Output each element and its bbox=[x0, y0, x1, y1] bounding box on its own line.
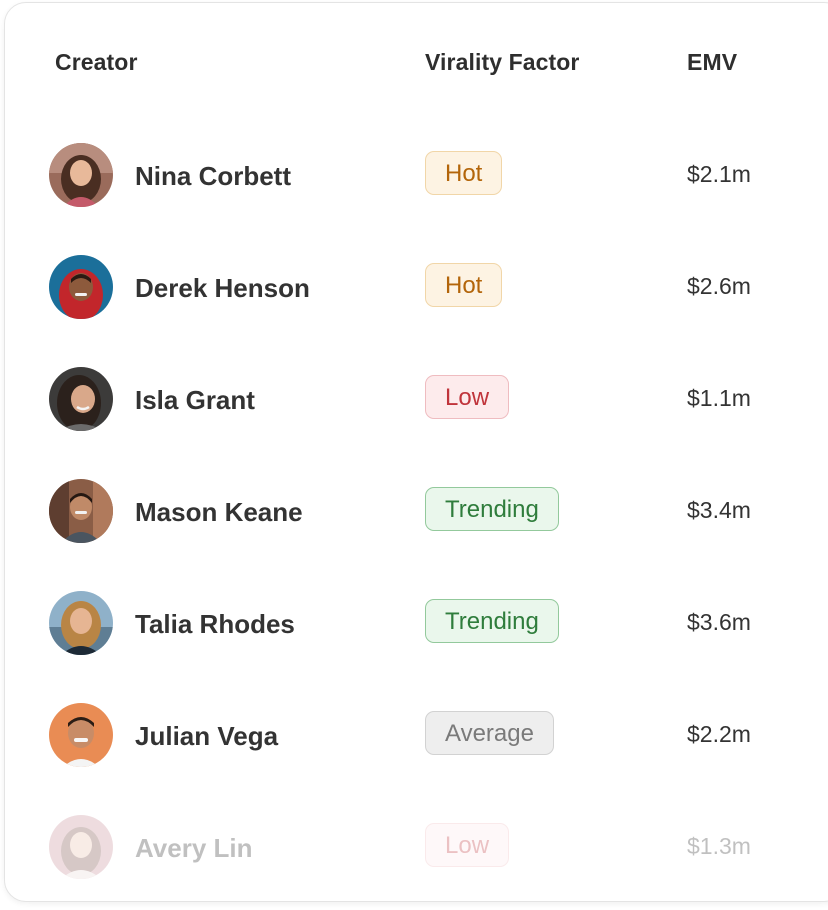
table-row[interactable]: Nina Corbett Hot $2.1m bbox=[5, 143, 828, 255]
avatar bbox=[49, 703, 113, 767]
emv-value: $2.6m bbox=[687, 273, 751, 299]
creator-name: Isla Grant bbox=[135, 385, 255, 415]
emv-value: $1.1m bbox=[687, 385, 751, 411]
table-row[interactable]: Talia Rhodes Trending $3.6m bbox=[5, 591, 828, 703]
avatar bbox=[49, 143, 113, 207]
creator-name: Talia Rhodes bbox=[135, 609, 295, 639]
table-body: Nina Corbett Hot $2.1m Derek Henson Hot … bbox=[5, 3, 828, 901]
virality-badge: Trending bbox=[425, 599, 559, 643]
creator-name: Nina Corbett bbox=[135, 161, 291, 191]
emv-value: $3.6m bbox=[687, 609, 751, 635]
creator-name: Mason Keane bbox=[135, 497, 303, 527]
creator-name: Derek Henson bbox=[135, 273, 310, 303]
emv-value: $3.4m bbox=[687, 497, 751, 523]
virality-badge: Low bbox=[425, 823, 510, 867]
virality-badge: Average bbox=[425, 711, 554, 755]
table-row[interactable]: Isla Grant Low $1.1m bbox=[5, 367, 828, 479]
table-row[interactable]: Derek Henson Hot $2.6m bbox=[5, 255, 828, 367]
virality-badge: Trending bbox=[425, 487, 559, 531]
table-row[interactable]: Avery Lin Low $1.3m bbox=[5, 815, 828, 901]
emv-value: $2.1m bbox=[687, 161, 751, 187]
virality-badge: Hot bbox=[425, 151, 503, 195]
emv-value: $2.2m bbox=[687, 721, 751, 747]
creator-name: Avery Lin bbox=[135, 833, 253, 863]
avatar bbox=[49, 255, 113, 319]
creator-name: Julian Vega bbox=[135, 721, 279, 751]
emv-value: $1.3m bbox=[687, 833, 751, 859]
table-row[interactable]: Julian Vega Average $2.2m bbox=[5, 703, 828, 815]
avatar bbox=[49, 479, 113, 543]
virality-badge: Hot bbox=[425, 263, 503, 307]
creators-table-card: Creator Virality Factor EMV Nina Corbett… bbox=[4, 2, 828, 902]
virality-badge: Low bbox=[425, 375, 510, 419]
avatar bbox=[49, 815, 113, 879]
avatar bbox=[49, 367, 113, 431]
avatar bbox=[49, 591, 113, 655]
table-row[interactable]: Mason Keane Trending $3.4m bbox=[5, 479, 828, 591]
